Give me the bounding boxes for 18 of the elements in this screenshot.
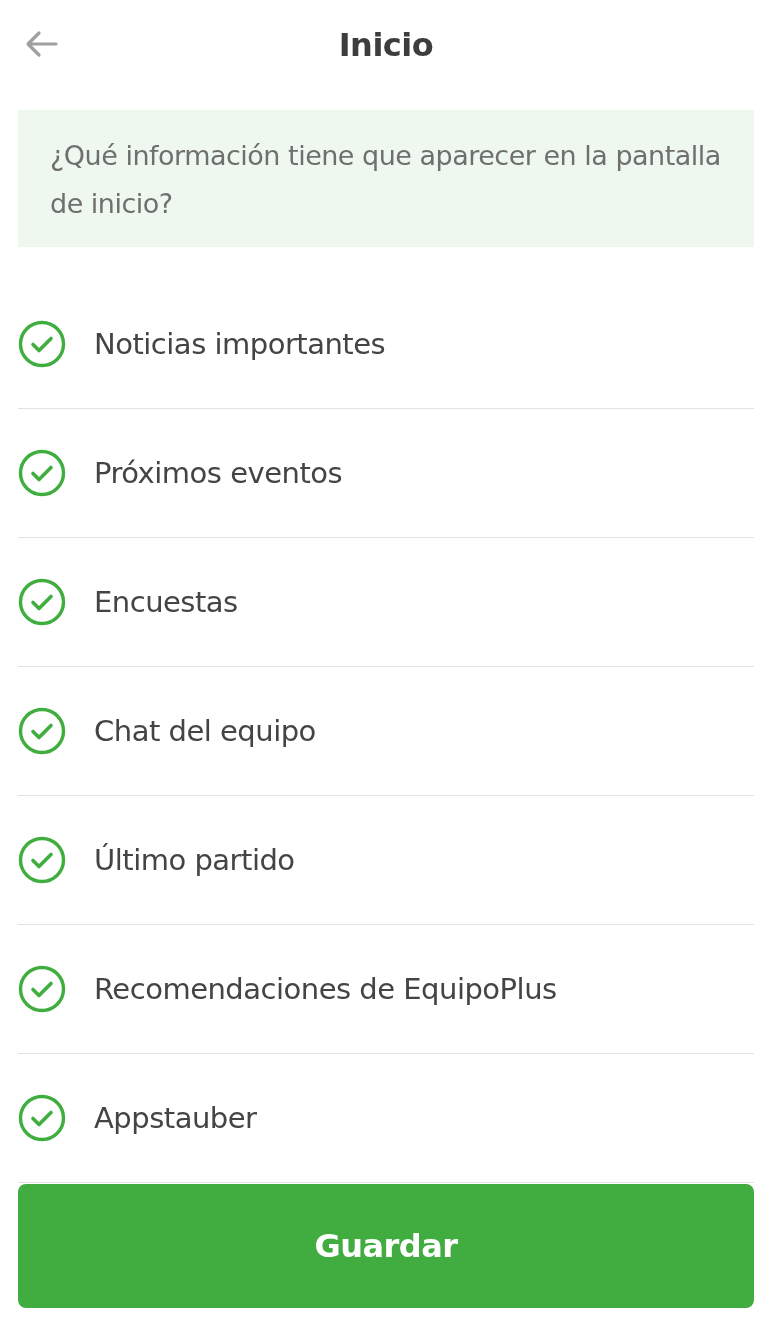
option-label: Próximos eventos <box>94 455 343 490</box>
option-row[interactable]: Appstauber <box>18 1053 754 1183</box>
option-row[interactable]: Próximos eventos <box>18 408 754 538</box>
back-button[interactable] <box>24 30 58 58</box>
option-label: Noticias importantes <box>94 326 386 361</box>
option-label: Último partido <box>94 842 295 877</box>
option-label: Recomendaciones de EquipoPlus <box>94 971 557 1006</box>
option-row[interactable]: Encuestas <box>18 537 754 667</box>
option-label: Appstauber <box>94 1100 257 1135</box>
option-row[interactable]: Noticias importantes <box>18 279 754 409</box>
info-banner: ¿Qué información tiene que aparecer en la pantalla de inicio? <box>18 110 754 247</box>
option-row[interactable]: Último partido <box>18 795 754 925</box>
option-label: Chat del equipo <box>94 713 316 748</box>
option-label: Encuestas <box>94 584 238 619</box>
screen-title: Inicio <box>338 26 434 64</box>
option-row[interactable]: Recomendaciones de EquipoPlus <box>18 924 754 1054</box>
option-row[interactable]: Chat del equipo <box>18 666 754 796</box>
back-arrow-icon <box>24 30 58 58</box>
